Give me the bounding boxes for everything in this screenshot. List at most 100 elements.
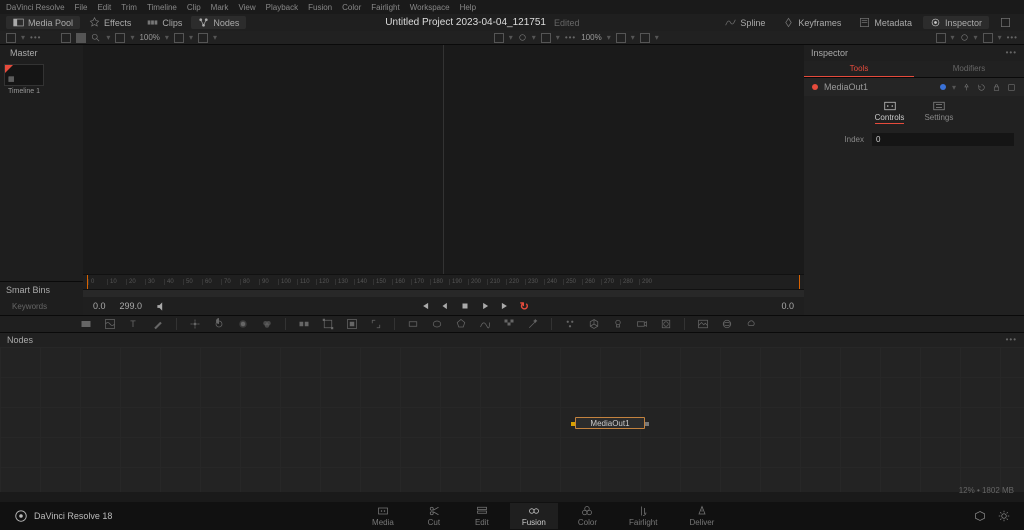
transform-tool[interactable] — [322, 318, 334, 330]
project-settings-icon[interactable] — [998, 510, 1010, 522]
image-plane-tool[interactable] — [697, 318, 709, 330]
stop-button[interactable] — [460, 301, 470, 311]
text-tool[interactable]: T — [128, 318, 140, 330]
menu-workspace[interactable]: Workspace — [410, 3, 450, 12]
page-fairlight[interactable]: Fairlight — [617, 503, 669, 529]
tool-icon[interactable] — [6, 33, 16, 43]
mid-icon[interactable] — [494, 33, 504, 43]
right-frame[interactable]: 0.0 — [781, 301, 794, 311]
shape3d-tool[interactable] — [721, 318, 733, 330]
reset-icon[interactable] — [977, 83, 986, 92]
node-input[interactable] — [571, 422, 575, 426]
settings-tab[interactable]: Settings — [924, 101, 953, 124]
rr-icon[interactable] — [936, 33, 946, 43]
menu-playback[interactable]: Playback — [266, 3, 298, 12]
polygon-tool[interactable] — [455, 318, 467, 330]
spline-toggle[interactable]: Spline — [718, 16, 772, 29]
wand-tool[interactable] — [527, 318, 539, 330]
node-graph[interactable]: MediaOut1 — [0, 347, 1024, 492]
inspector-toggle[interactable]: Inspector — [923, 16, 989, 29]
light-tool[interactable] — [612, 318, 624, 330]
timeline-thumb[interactable]: ▦ Timeline 1 — [4, 64, 44, 95]
layout-icon[interactable] — [61, 33, 71, 43]
play-button[interactable] — [480, 301, 490, 311]
resize-tool[interactable] — [370, 318, 382, 330]
audio-icon[interactable] — [156, 301, 167, 312]
brightness-tool[interactable] — [213, 318, 225, 330]
first-frame-button[interactable] — [420, 301, 430, 311]
time-ruler[interactable]: 0102030405060708090100110120130140150160… — [83, 274, 804, 289]
metadata-toggle[interactable]: Metadata — [852, 16, 919, 29]
zoom-right[interactable]: 100% — [581, 33, 601, 42]
nodes-toggle[interactable]: Nodes — [191, 16, 246, 29]
r-icon[interactable] — [616, 33, 626, 43]
controls-tab[interactable]: Controls — [875, 101, 905, 124]
render-tool[interactable] — [660, 318, 672, 330]
viewer-a[interactable] — [83, 45, 444, 274]
end-frame[interactable]: 299.0 — [120, 301, 143, 311]
last-frame-button[interactable] — [500, 301, 510, 311]
menu-color[interactable]: Color — [342, 3, 361, 12]
tools-tab[interactable]: Tools — [804, 61, 914, 77]
particles-tool[interactable] — [564, 318, 576, 330]
menu-fairlight[interactable]: Fairlight — [371, 3, 399, 12]
rr2-icon[interactable] — [983, 33, 993, 43]
media-pool-toggle[interactable]: Media Pool — [6, 16, 80, 29]
page-color[interactable]: Color — [566, 503, 609, 529]
blur-tool[interactable] — [237, 318, 249, 330]
menu-mark[interactable]: Mark — [211, 3, 229, 12]
color-tool[interactable] — [261, 318, 273, 330]
clips-toggle[interactable]: Clips — [140, 16, 189, 29]
view-icon[interactable] — [115, 33, 125, 43]
page-deliver[interactable]: Deliver — [677, 503, 726, 529]
keyframes-toggle[interactable]: Keyframes — [776, 16, 848, 29]
page-media[interactable]: Media — [360, 503, 406, 529]
expand-icon[interactable] — [1007, 83, 1016, 92]
project-manager-icon[interactable] — [974, 510, 986, 522]
mediaout-node[interactable]: MediaOut1 — [575, 417, 645, 429]
menu-edit[interactable]: Edit — [97, 3, 111, 12]
modifiers-tab[interactable]: Modifiers — [914, 61, 1024, 77]
grid-icon[interactable] — [76, 33, 86, 43]
ellipse-tool[interactable] — [431, 318, 443, 330]
camera-tool[interactable] — [636, 318, 648, 330]
bspline-tool[interactable] — [479, 318, 491, 330]
menu-help[interactable]: Help — [460, 3, 476, 12]
fastnoise-tool[interactable] — [104, 318, 116, 330]
pin-icon[interactable] — [962, 83, 971, 92]
page-fusion[interactable]: Fusion — [510, 503, 558, 529]
paint-tool[interactable] — [152, 318, 164, 330]
scrubber[interactable] — [83, 289, 804, 297]
search-icon[interactable] — [91, 33, 101, 43]
page-edit[interactable]: Edit — [462, 503, 502, 529]
lock-icon[interactable] — [992, 83, 1001, 92]
menu-timeline[interactable]: Timeline — [147, 3, 177, 12]
gear2-icon[interactable] — [960, 33, 969, 42]
mid2-icon[interactable] — [541, 33, 551, 43]
menu-clip[interactable]: Clip — [187, 3, 201, 12]
expand-icon[interactable] — [993, 16, 1018, 29]
view-dot[interactable] — [940, 84, 946, 90]
rectangle-tool[interactable] — [407, 318, 419, 330]
3d-shape-tool[interactable] — [588, 318, 600, 330]
r2-icon[interactable] — [640, 33, 650, 43]
nodes-menu[interactable]: ••• — [1006, 335, 1017, 345]
merge-tool[interactable] — [298, 318, 310, 330]
tracker-tool[interactable] — [189, 318, 201, 330]
node-output[interactable] — [645, 422, 649, 426]
zoom-left[interactable]: 100% — [139, 33, 159, 42]
gear-icon[interactable] — [518, 33, 527, 42]
effects-toggle[interactable]: Effects — [82, 16, 138, 29]
menu-view[interactable]: View — [238, 3, 255, 12]
keywords-bin[interactable]: Keywords — [0, 298, 83, 315]
cloud-tool[interactable] — [745, 318, 757, 330]
viewer-b[interactable] — [444, 45, 804, 274]
opt-icon[interactable] — [174, 33, 184, 43]
prev-frame-button[interactable] — [440, 301, 450, 311]
menu-fusion[interactable]: Fusion — [308, 3, 332, 12]
inspector-menu[interactable]: ••• — [1006, 48, 1017, 58]
index-input[interactable] — [872, 133, 1014, 146]
master-bin[interactable]: Master — [0, 45, 83, 61]
loop-button[interactable]: ↻ — [520, 300, 529, 313]
page-cut[interactable]: Cut — [414, 503, 454, 529]
